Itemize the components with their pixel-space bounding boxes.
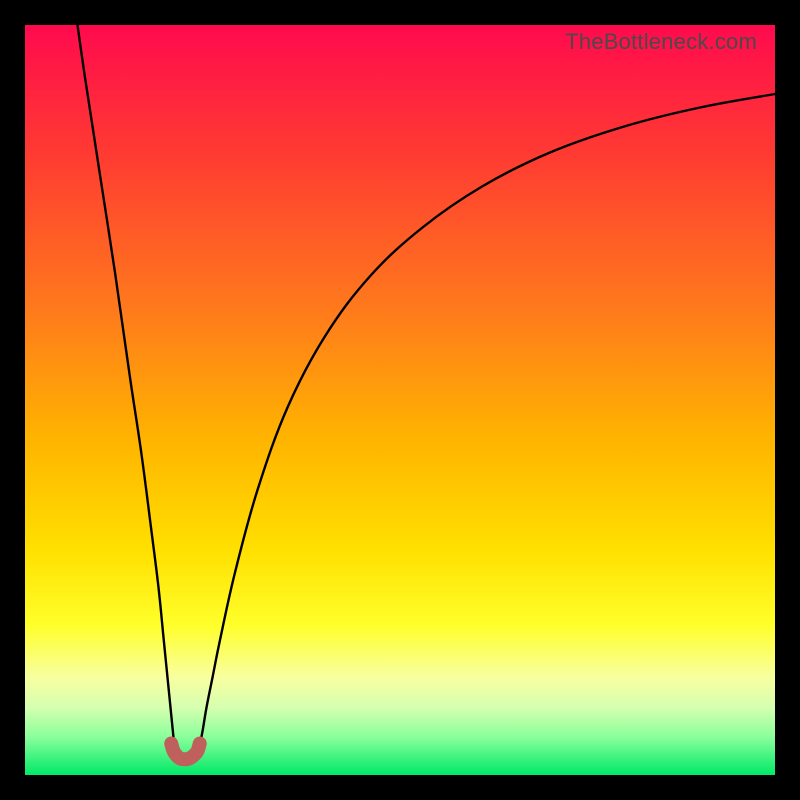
chart-frame: TheBottleneck.com <box>0 0 800 800</box>
bottleneck-curve <box>25 25 775 775</box>
curve-right-branch <box>196 94 775 754</box>
valley-marker <box>171 744 200 760</box>
curve-left-branch <box>78 25 177 754</box>
plot-area: TheBottleneck.com <box>25 25 775 775</box>
